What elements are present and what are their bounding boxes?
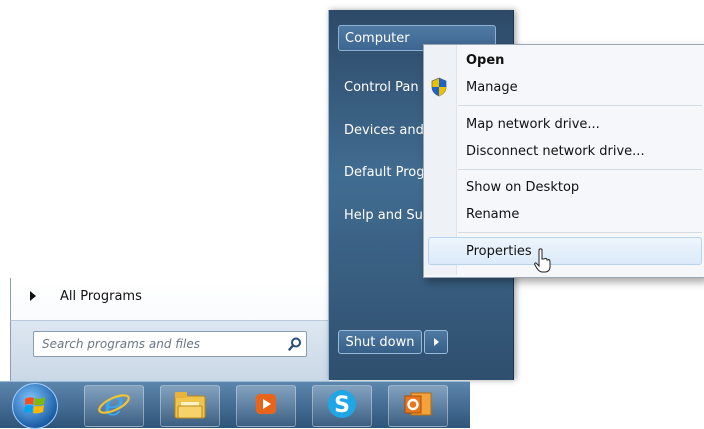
- menu-item-disconnect-network-drive[interactable]: Disconnect network drive...: [466, 140, 645, 162]
- menu-item-manage[interactable]: Manage: [466, 76, 518, 98]
- media-player-icon: [251, 389, 281, 423]
- menu-item-map-network-drive[interactable]: Map network drive...: [466, 113, 600, 135]
- media-player-button[interactable]: [236, 385, 296, 427]
- menu-item-show-on-desktop[interactable]: Show on Desktop: [466, 176, 579, 198]
- skype-button[interactable]: S: [312, 385, 372, 427]
- mouse-pointer-icon: [533, 248, 551, 278]
- search-input[interactable]: [34, 336, 284, 352]
- all-programs-button[interactable]: All Programs: [30, 286, 142, 306]
- shut-down-button[interactable]: Shut down: [338, 330, 422, 354]
- svg-text:e: e: [104, 386, 124, 422]
- menu-separator: [458, 105, 702, 106]
- menu-item-properties[interactable]: Properties: [466, 240, 532, 262]
- menu-separator: [458, 232, 702, 233]
- internet-explorer-button[interactable]: e: [84, 384, 144, 427]
- search-box[interactable]: [33, 331, 307, 357]
- arrow-right-icon: [30, 291, 36, 301]
- shut-down-options-button[interactable]: [424, 330, 448, 354]
- menu-item-open[interactable]: Open: [466, 49, 504, 71]
- uac-shield-icon: [430, 77, 448, 101]
- skype-icon: S: [325, 387, 359, 425]
- menu-separator: [458, 169, 702, 170]
- internet-explorer-icon: e: [96, 384, 132, 426]
- start-orb-icon[interactable]: [12, 383, 58, 429]
- file-explorer-icon: [172, 388, 208, 424]
- file-explorer-button[interactable]: [160, 385, 220, 427]
- all-programs-label: All Programs: [60, 288, 142, 304]
- arrow-right-icon: [433, 338, 439, 346]
- outlook-icon: [401, 387, 435, 425]
- outlook-button[interactable]: [388, 385, 448, 427]
- svg-text:S: S: [334, 393, 350, 418]
- search-icon[interactable]: [284, 333, 306, 355]
- menu-item-rename[interactable]: Rename: [466, 203, 519, 225]
